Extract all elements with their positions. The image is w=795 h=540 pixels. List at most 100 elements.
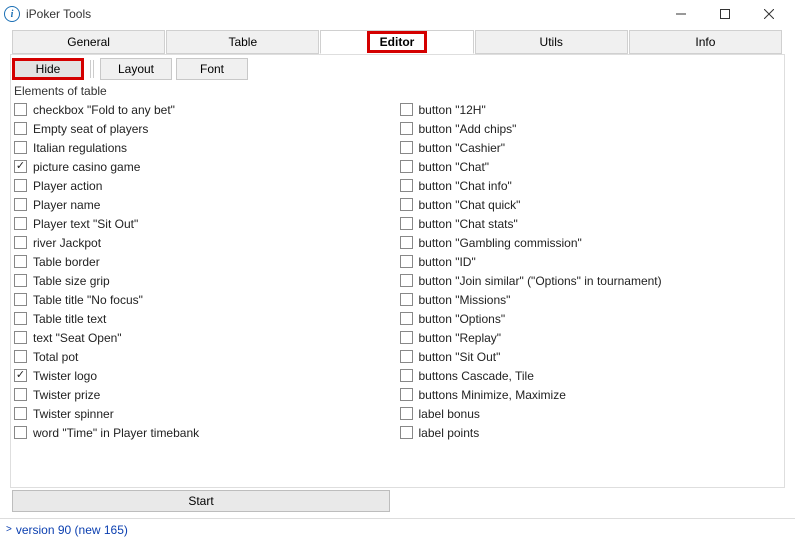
checkbox-row[interactable]: Twister prize <box>12 385 398 404</box>
checkbox-label: button "12H" <box>419 103 486 117</box>
checkbox-icon[interactable] <box>400 255 413 268</box>
checkbox-row[interactable]: Italian regulations <box>12 138 398 157</box>
checkbox-icon[interactable] <box>400 312 413 325</box>
checkbox-row[interactable]: Table title "No focus" <box>12 290 398 309</box>
tab-table[interactable]: Table <box>166 30 319 54</box>
checkbox-row[interactable]: button "ID" <box>398 252 784 271</box>
checkbox-row[interactable]: button "Sit Out" <box>398 347 784 366</box>
subtab-font[interactable]: Font <box>176 58 248 80</box>
checkbox-row[interactable]: buttons Minimize, Maximize <box>398 385 784 404</box>
checkbox-icon[interactable] <box>14 255 27 268</box>
checkbox-row[interactable]: text "Seat Open" <box>12 328 398 347</box>
checkbox-icon[interactable] <box>400 388 413 401</box>
checkbox-icon[interactable] <box>400 198 413 211</box>
checkbox-icon[interactable] <box>14 274 27 287</box>
subtab-layout[interactable]: Layout <box>100 58 172 80</box>
minimize-button[interactable] <box>659 0 703 28</box>
checkbox-icon[interactable] <box>14 217 27 230</box>
checkbox-row[interactable]: button "12H" <box>398 100 784 119</box>
checkbox-row[interactable]: Empty seat of players <box>12 119 398 138</box>
checkbox-icon[interactable] <box>400 103 413 116</box>
checkbox-row[interactable]: Player name <box>12 195 398 214</box>
checkbox-icon[interactable] <box>400 141 413 154</box>
checkbox-row[interactable]: button "Cashier" <box>398 138 784 157</box>
checkbox-icon[interactable] <box>400 369 413 382</box>
checkbox-row[interactable]: Total pot <box>12 347 398 366</box>
checkbox-icon[interactable] <box>14 312 27 325</box>
checkbox-row[interactable]: Table title text <box>12 309 398 328</box>
checkbox-icon[interactable] <box>14 179 27 192</box>
checkbox-row[interactable]: label bonus <box>398 404 784 423</box>
checkbox-row[interactable]: button "Add chips" <box>398 119 784 138</box>
checkbox-icon[interactable] <box>400 426 413 439</box>
checkbox-icon[interactable] <box>400 217 413 230</box>
maximize-button[interactable] <box>703 0 747 28</box>
checkbox-row[interactable]: Twister logo <box>12 366 398 385</box>
checkbox-row[interactable]: button "Replay" <box>398 328 784 347</box>
checkbox-icon[interactable] <box>14 331 27 344</box>
checkbox-label: button "Gambling commission" <box>419 236 582 250</box>
checkbox-icon[interactable] <box>400 179 413 192</box>
checkbox-label: Empty seat of players <box>33 122 148 136</box>
checkbox-row[interactable]: Twister spinner <box>12 404 398 423</box>
checkbox-row[interactable]: picture casino game <box>12 157 398 176</box>
checkbox-icon[interactable] <box>14 122 27 135</box>
checkbox-icon[interactable] <box>14 103 27 116</box>
checkbox-label: button "Add chips" <box>419 122 517 136</box>
checkbox-row[interactable]: Table size grip <box>12 271 398 290</box>
checkbox-icon[interactable] <box>14 388 27 401</box>
checkbox-icon[interactable] <box>14 293 27 306</box>
checkbox-row[interactable]: button "Join similar" ("Options" in tour… <box>398 271 784 290</box>
checkbox-label: Total pot <box>33 350 78 364</box>
checkbox-row[interactable]: checkbox "Fold to any bet" <box>12 100 398 119</box>
checkbox-icon[interactable] <box>400 236 413 249</box>
checkbox-label: river Jackpot <box>33 236 101 250</box>
close-button[interactable] <box>747 0 791 28</box>
tab-general[interactable]: General <box>12 30 165 54</box>
checkbox-icon[interactable] <box>14 198 27 211</box>
checkbox-row[interactable]: label points <box>398 423 784 442</box>
checkbox-row[interactable]: word "Time" in Player timebank <box>12 423 398 442</box>
checkbox-row[interactable]: button "Chat" <box>398 157 784 176</box>
checkbox-icon[interactable] <box>400 160 413 173</box>
checkbox-icon[interactable] <box>400 331 413 344</box>
checkbox-icon[interactable] <box>14 369 27 382</box>
checkbox-label: button "Join similar" ("Options" in tour… <box>419 274 662 288</box>
status-bar[interactable]: > version 90 (new 165) <box>0 518 795 540</box>
checkbox-icon[interactable] <box>400 350 413 363</box>
checkbox-icon[interactable] <box>14 236 27 249</box>
checkbox-row[interactable]: button "Chat stats" <box>398 214 784 233</box>
checkbox-row[interactable]: buttons Cascade, Tile <box>398 366 784 385</box>
checkbox-row[interactable]: Player text "Sit Out" <box>12 214 398 233</box>
checkbox-icon[interactable] <box>400 274 413 287</box>
checkbox-icon[interactable] <box>400 122 413 135</box>
checkbox-label: label points <box>419 426 480 440</box>
checkbox-row[interactable]: Table border <box>12 252 398 271</box>
checkbox-row[interactable]: river Jackpot <box>12 233 398 252</box>
checkbox-row[interactable]: button "Gambling commission" <box>398 233 784 252</box>
checkbox-label: Player action <box>33 179 102 193</box>
checkbox-label: checkbox "Fold to any bet" <box>33 103 175 117</box>
checkbox-icon[interactable] <box>14 426 27 439</box>
checkbox-label: Twister spinner <box>33 407 114 421</box>
tab-info[interactable]: Info <box>629 30 782 54</box>
checkbox-row[interactable]: button "Missions" <box>398 290 784 309</box>
main-tabs: GeneralTableEditorUtilsInfo <box>0 30 795 54</box>
tab-editor[interactable]: Editor <box>320 30 473 54</box>
subtab-hide[interactable]: Hide <box>12 58 84 80</box>
checkbox-icon[interactable] <box>14 160 27 173</box>
checkbox-icon[interactable] <box>14 350 27 363</box>
checkbox-icon[interactable] <box>14 407 27 420</box>
checkbox-row[interactable]: button "Chat info" <box>398 176 784 195</box>
checkbox-row[interactable]: Player action <box>12 176 398 195</box>
checkbox-icon[interactable] <box>400 407 413 420</box>
elements-left-column: checkbox "Fold to any bet" Empty seat of … <box>12 100 398 442</box>
start-button[interactable]: Start <box>12 490 390 512</box>
checkbox-label: Player text "Sit Out" <box>33 217 138 231</box>
checkbox-icon[interactable] <box>14 141 27 154</box>
checkbox-row[interactable]: button "Chat quick" <box>398 195 784 214</box>
checkbox-row[interactable]: button "Options" <box>398 309 784 328</box>
checkbox-label: button "Cashier" <box>419 141 506 155</box>
checkbox-icon[interactable] <box>400 293 413 306</box>
tab-utils[interactable]: Utils <box>475 30 628 54</box>
